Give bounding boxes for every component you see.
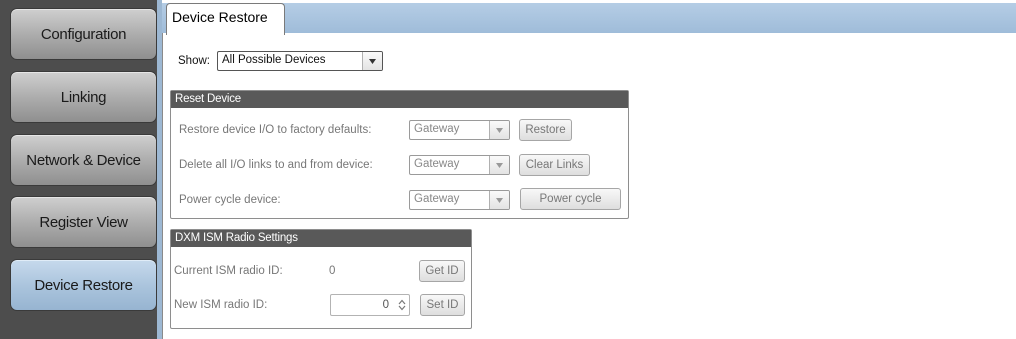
tab-strip	[162, 3, 1016, 33]
sidebar-item-network-device[interactable]: Network & Device	[10, 134, 157, 186]
show-filter-select[interactable]: All Possible Devices	[217, 51, 383, 71]
dropdown-arrow-icon	[489, 156, 509, 174]
sidebar-item-label: Network & Device	[26, 151, 141, 169]
tab-device-restore[interactable]: Device Restore	[166, 3, 285, 35]
reset-device-title: Reset Device	[171, 91, 628, 108]
restore-button[interactable]: Restore	[519, 119, 572, 141]
dropdown-arrow-icon	[362, 52, 382, 70]
power-cycle-device-select[interactable]: Gateway	[409, 190, 510, 210]
restore-device-select[interactable]: Gateway	[409, 120, 510, 140]
tab-label: Device Restore	[172, 9, 268, 25]
set-id-button[interactable]: Set ID	[420, 294, 465, 316]
sidebar-item-label: Configuration	[40, 25, 127, 43]
sidebar-item-linking[interactable]: Linking	[10, 71, 157, 123]
get-id-button[interactable]: Get ID	[419, 260, 465, 282]
power-cycle-device-value: Gateway	[414, 193, 460, 205]
new-radio-id-value: 0	[382, 299, 389, 311]
clear-links-device-value: Gateway	[414, 158, 460, 170]
content-border	[162, 33, 163, 339]
spinner-arrows-icon[interactable]	[395, 299, 409, 311]
sidebar: Configuration Linking Network & Device R…	[0, 0, 160, 339]
current-radio-id-label: Current ISM radio ID:	[174, 265, 283, 277]
clear-links-button[interactable]: Clear Links	[519, 154, 590, 176]
power-cycle-label: Power cycle device:	[179, 194, 281, 206]
restore-device-value: Gateway	[414, 123, 460, 135]
clear-links-device-select[interactable]: Gateway	[409, 155, 510, 175]
new-radio-id-label: New ISM radio ID:	[174, 299, 268, 311]
radio-settings-title: DXM ISM Radio Settings	[171, 230, 471, 247]
power-cycle-button[interactable]: Power cycle	[520, 188, 621, 210]
delete-links-label: Delete all I/O links to and from device:	[179, 159, 373, 171]
show-filter-value: All Possible Devices	[222, 54, 326, 66]
dropdown-arrow-icon	[489, 191, 509, 209]
sidebar-item-label: Register View	[39, 213, 128, 231]
show-label: Show:	[178, 55, 210, 67]
current-radio-id-value: 0	[329, 265, 336, 277]
new-radio-id-spinner[interactable]: 0	[330, 294, 410, 316]
sidebar-item-label: Device Restore	[34, 276, 133, 294]
restore-factory-label: Restore device I/O to factory defaults:	[179, 124, 372, 136]
sidebar-item-device-restore[interactable]: Device Restore	[10, 259, 157, 311]
sidebar-item-register-view[interactable]: Register View	[10, 196, 157, 248]
dropdown-arrow-icon	[489, 121, 509, 139]
sidebar-item-configuration[interactable]: Configuration	[10, 8, 157, 60]
sidebar-item-label: Linking	[60, 88, 107, 106]
